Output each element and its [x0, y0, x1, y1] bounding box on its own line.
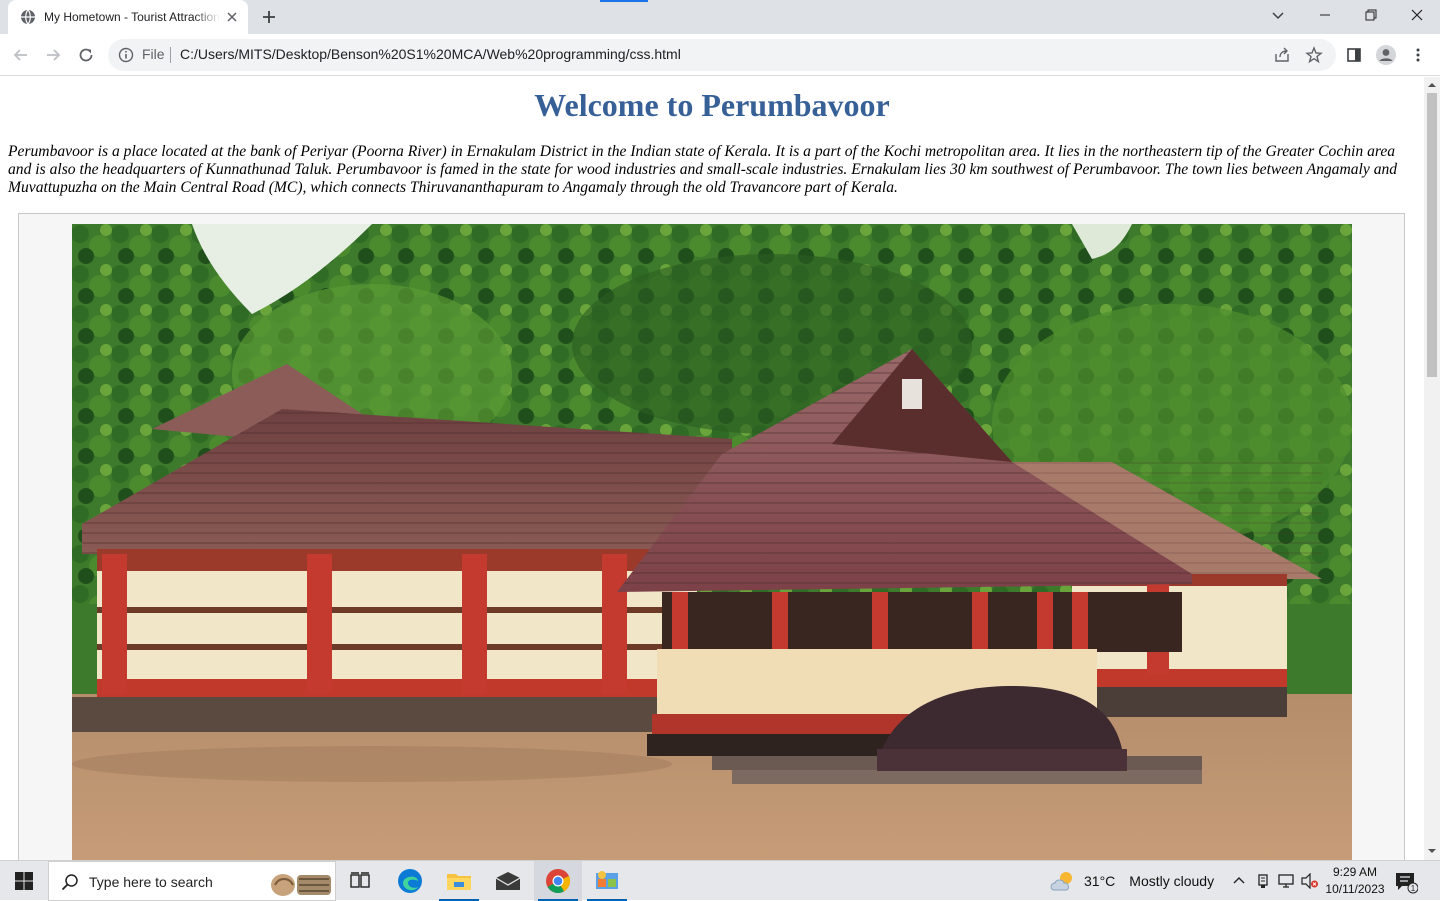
taskbar-file-explorer[interactable] — [435, 861, 483, 901]
info-icon[interactable] — [118, 47, 134, 63]
scroll-down-icon[interactable] — [1428, 847, 1436, 855]
chrome-icon — [546, 869, 571, 894]
file-explorer-icon — [447, 874, 471, 890]
close-icon — [1411, 9, 1423, 21]
tab-search-button[interactable] — [1255, 0, 1301, 30]
weather-description: Mostly cloudy — [1129, 873, 1215, 889]
browser-toolbar: File C:/Users/MITS/Desktop/Benson%20S1%2… — [0, 34, 1440, 76]
restore-button[interactable] — [1348, 0, 1394, 30]
restore-icon — [1365, 9, 1377, 21]
weather-icon — [1050, 872, 1072, 891]
chip-separator — [170, 47, 171, 63]
task-view-icon — [350, 872, 370, 888]
taskbar-mail[interactable] — [484, 861, 532, 901]
taskbar-chrome[interactable] — [534, 861, 582, 901]
network-tray-button[interactable] — [1278, 872, 1296, 890]
search-icon — [61, 874, 78, 891]
taskbar-control-panel[interactable] — [583, 861, 631, 901]
star-icon — [1305, 46, 1323, 64]
weather-temperature: 31°C — [1084, 873, 1116, 889]
start-button[interactable] — [0, 861, 48, 901]
temple-photo — [72, 224, 1352, 860]
volume-muted-icon — [1301, 873, 1318, 889]
reload-icon — [79, 48, 93, 62]
minimize-icon — [1320, 14, 1330, 16]
search-placeholder: Type here to search — [89, 874, 213, 890]
scroll-up-icon[interactable] — [1428, 81, 1436, 89]
network-icon — [1278, 874, 1294, 888]
scheme-chip: File — [142, 46, 165, 62]
bookmark-button[interactable] — [1304, 45, 1324, 65]
forward-icon — [47, 49, 61, 61]
taskbar-edge[interactable] — [386, 861, 434, 901]
minimize-button[interactable] — [1302, 0, 1348, 30]
profile-button[interactable] — [1374, 43, 1398, 67]
edge-icon — [398, 869, 422, 893]
tab-strip: My Hometown - Tourist Attractions — [0, 0, 1440, 34]
usb-tray-button[interactable] — [1254, 872, 1272, 890]
clock-time: 9:29 AM — [1332, 865, 1378, 879]
taskbar-search[interactable]: Type here to search — [48, 861, 336, 901]
side-panel-button[interactable] — [1342, 43, 1366, 67]
control-panel-icon — [596, 871, 618, 889]
usb-icon — [1258, 874, 1268, 888]
address-bar[interactable]: File C:/Users/MITS/Desktop/Benson%20S1%2… — [108, 39, 1336, 71]
notification-icon[interactable]: 1 — [1394, 870, 1418, 894]
tab-my-hometown[interactable]: My Hometown - Tourist Attractions — [8, 0, 248, 34]
chevron-up-icon — [1233, 877, 1245, 884]
windows-icon — [15, 872, 33, 890]
tab-loading-indicator — [600, 0, 648, 2]
intro-paragraph: Perumbavoor is a place located at the ba… — [8, 143, 1398, 196]
show-hidden-icons-button[interactable] — [1230, 872, 1248, 890]
chevron-down-icon — [1272, 12, 1284, 20]
taskbar: Type here to search 31°C Mostly cloudy 9… — [0, 860, 1440, 901]
task-view-button[interactable] — [336, 861, 384, 901]
vertical-scrollbar[interactable] — [1424, 77, 1440, 860]
share-button[interactable] — [1272, 45, 1292, 65]
share-icon — [1275, 47, 1289, 62]
more-icon — [1416, 48, 1420, 62]
back-icon — [13, 49, 27, 61]
notification-count: 1 — [1411, 884, 1416, 893]
plus-icon[interactable] — [259, 7, 279, 27]
page-title: Welcome to Perumbavoor — [534, 87, 890, 123]
page-viewport: Welcome to Perumbavoor Perumbavoor is a … — [0, 77, 1424, 860]
mail-icon — [495, 872, 521, 890]
url-text[interactable]: C:/Users/MITS/Desktop/Benson%20S1%20MCA/… — [180, 46, 681, 62]
volume-tray-button[interactable] — [1301, 872, 1319, 890]
tab-title: My Hometown - Tourist Attractions — [44, 10, 220, 24]
side-panel-icon — [1347, 48, 1361, 62]
forward-button[interactable] — [41, 43, 65, 67]
back-button[interactable] — [9, 43, 33, 67]
profile-icon — [1376, 45, 1396, 65]
globe-icon — [21, 9, 35, 25]
menu-button[interactable] — [1406, 43, 1430, 67]
close-window-button[interactable] — [1394, 0, 1440, 30]
scrollbar-thumb[interactable] — [1427, 93, 1437, 377]
photo-frame — [18, 213, 1405, 860]
close-icon[interactable] — [224, 9, 240, 25]
taskbar-clock[interactable]: 9:29 AM 10/11/2023 — [1324, 864, 1386, 898]
weather-widget[interactable]: 31°C Mostly cloudy — [1050, 861, 1214, 901]
search-highlight-art — [271, 874, 331, 896]
reload-button[interactable] — [74, 43, 98, 67]
clock-date: 10/11/2023 — [1325, 882, 1385, 896]
